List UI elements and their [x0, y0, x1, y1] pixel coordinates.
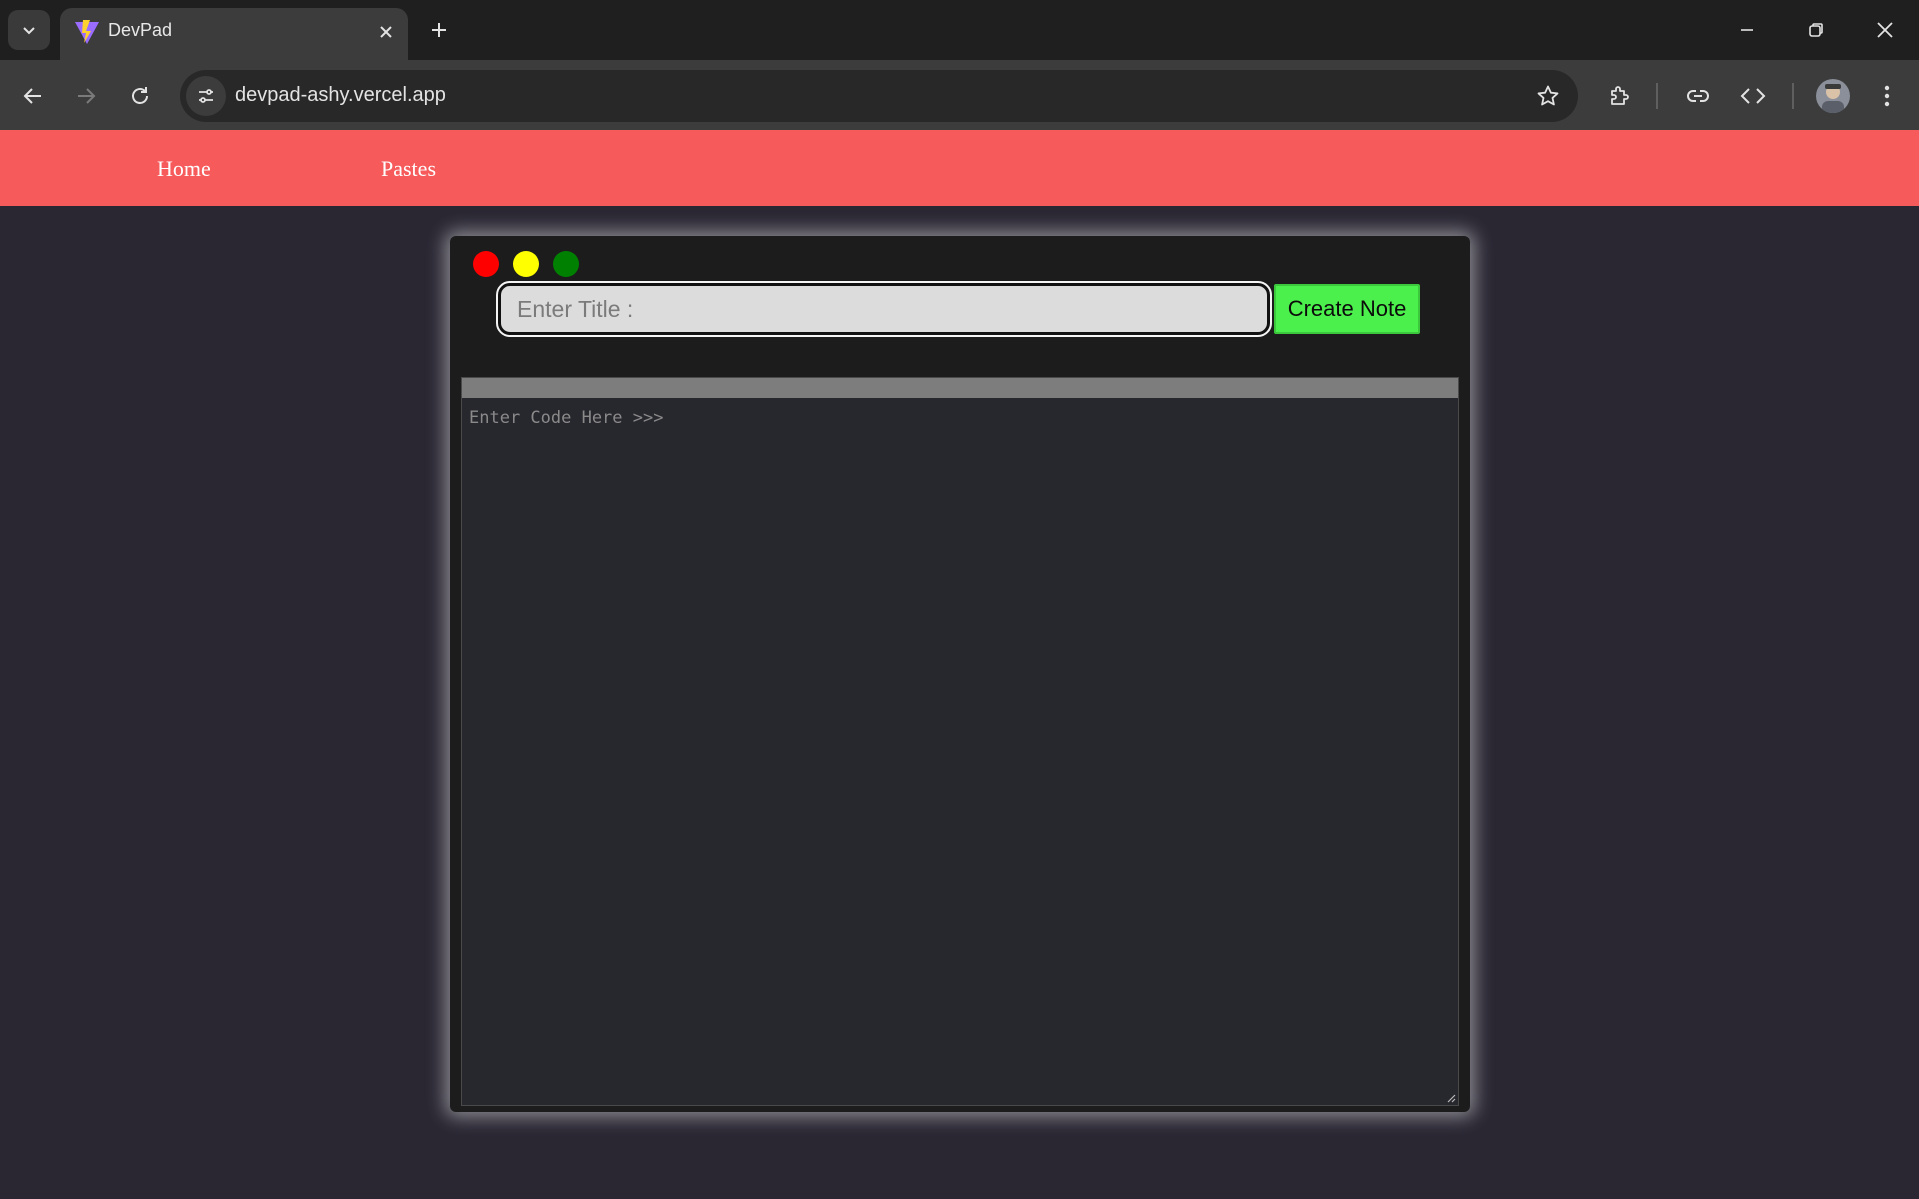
title-input[interactable]: [496, 281, 1272, 337]
link-button[interactable]: [1678, 76, 1718, 116]
profile-avatar[interactable]: [1816, 79, 1850, 113]
url-text[interactable]: devpad-ashy.vercel.app: [235, 84, 446, 107]
chevron-down-icon: [23, 27, 35, 35]
browser-tab-active[interactable]: DevPad: [60, 8, 408, 60]
link-icon: [1687, 90, 1709, 102]
tune-icon: [199, 89, 213, 103]
red-window-dot: [473, 251, 499, 277]
arrow-right-icon: [78, 88, 96, 104]
tab-strip: DevPad: [0, 0, 1919, 60]
restore-icon: [1809, 23, 1823, 37]
plus-icon: [432, 23, 446, 37]
tab-close-button[interactable]: [374, 20, 398, 44]
yellow-window-dot: [513, 251, 539, 277]
toolbar-divider: [1656, 83, 1658, 109]
resize-grip-icon[interactable]: [1444, 1091, 1456, 1103]
editor-header-bar: [462, 378, 1458, 398]
nav-link-pastes[interactable]: Pastes: [381, 156, 436, 182]
minimize-icon: [1741, 29, 1753, 31]
code-icon: [1740, 88, 1766, 104]
close-icon: [1877, 22, 1893, 38]
star-icon: [1537, 85, 1559, 106]
create-note-button[interactable]: Create Note: [1274, 284, 1420, 334]
arrow-left-icon: [23, 88, 41, 104]
reload-icon: [132, 87, 148, 104]
tab-search-button[interactable]: [8, 10, 50, 50]
toolbar-divider: [1792, 83, 1794, 109]
note-editor-window: Create Note: [450, 236, 1470, 1112]
reload-button[interactable]: [120, 76, 160, 116]
address-bar[interactable]: devpad-ashy.vercel.app: [180, 70, 1578, 122]
back-button[interactable]: [13, 76, 53, 116]
forward-button[interactable]: [66, 76, 106, 116]
devtools-button[interactable]: [1733, 76, 1773, 116]
new-tab-button[interactable]: [423, 14, 455, 46]
browser-toolbar: devpad-ashy.vercel.app: [0, 60, 1919, 130]
restore-button[interactable]: [1796, 10, 1836, 50]
extensions-button[interactable]: [1599, 76, 1639, 116]
close-window-button[interactable]: [1865, 10, 1905, 50]
vite-icon: [75, 20, 99, 44]
nav-link-home[interactable]: Home: [157, 156, 211, 182]
minimize-button[interactable]: [1727, 10, 1767, 50]
site-info-button[interactable]: [186, 76, 226, 116]
bookmark-button[interactable]: [1534, 82, 1562, 110]
kebab-icon: [1884, 85, 1890, 107]
site-navbar: Home Pastes: [0, 130, 1919, 206]
code-editor: [461, 377, 1459, 1106]
puzzle-icon: [1611, 86, 1629, 105]
code-textarea[interactable]: [462, 398, 1458, 1105]
avatar-icon: [1822, 84, 1844, 113]
tab-title: DevPad: [108, 20, 173, 40]
close-icon: [380, 26, 392, 38]
browser-menu-button[interactable]: [1867, 76, 1907, 116]
green-window-dot: [553, 251, 579, 277]
